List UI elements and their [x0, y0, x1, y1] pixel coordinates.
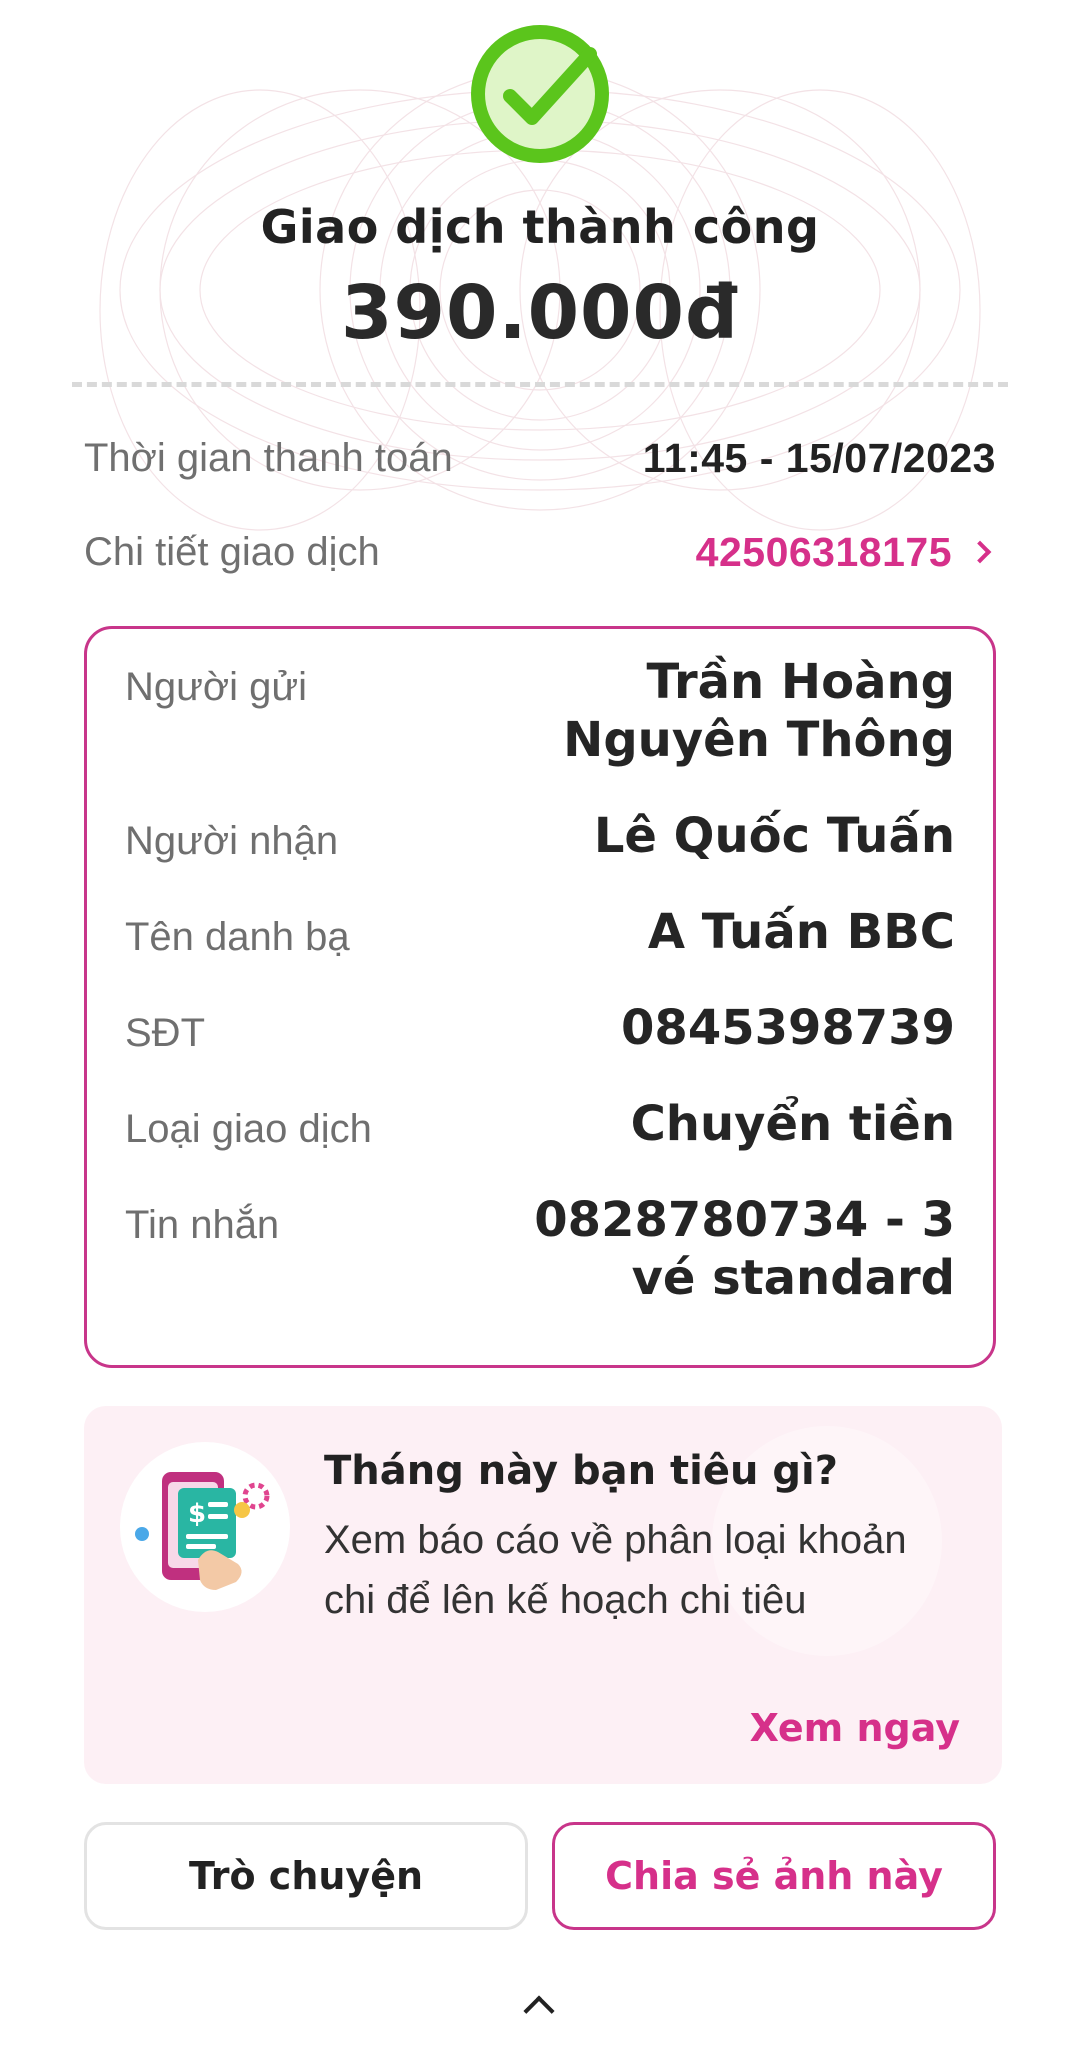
sender-row: Người gửi Trần Hoàng Nguyên Thông	[125, 653, 955, 769]
transaction-type-label: Loại giao dịch	[125, 1107, 372, 1151]
success-check-icon	[468, 22, 612, 166]
payment-time-label: Thời gian thanh toán	[84, 435, 453, 480]
divider	[72, 382, 1008, 387]
receiver-row: Người nhận Lê Quốc Tuấn	[125, 807, 955, 865]
view-now-link[interactable]: Xem ngay	[750, 1706, 960, 1750]
phone-value: 0845398739	[621, 1000, 955, 1056]
transaction-amount: 390.000đ	[340, 270, 740, 356]
phone-label: SĐT	[125, 1011, 205, 1055]
message-label: Tin nhắn	[125, 1203, 280, 1247]
svg-text:$: $	[188, 1499, 206, 1529]
transaction-type-row: Loại giao dịch Chuyển tiền	[125, 1095, 955, 1153]
transaction-id: 42506318175	[695, 528, 952, 575]
spending-report-banner[interactable]: $ Tháng này bạn tiêu gì? Xem báo cáo về …	[84, 1406, 1002, 1784]
status-title: Giao dịch thành công	[260, 200, 820, 254]
receiver-value: Lê Quốc Tuấn	[593, 808, 955, 864]
sender-value: Trần Hoàng Nguyên Thông	[563, 654, 955, 768]
transaction-detail-label: Chi tiết giao dịch	[84, 529, 380, 574]
transaction-detail-row[interactable]: Chi tiết giao dịch 42506318175	[84, 522, 996, 582]
transaction-id-link[interactable]: 42506318175	[696, 529, 996, 576]
chat-button[interactable]: Trò chuyện	[84, 1822, 528, 1930]
phone-row: SĐT 0845398739	[125, 999, 955, 1057]
contact-label: Tên danh bạ	[125, 915, 350, 959]
contact-row: Tên danh bạ A Tuấn BBC	[125, 903, 955, 961]
message-row: Tin nhắn 0828780734 - 3 vé standard	[125, 1191, 955, 1307]
sender-label: Người gửi	[125, 665, 308, 709]
payment-time-row: Thời gian thanh toán 11:45 - 15/07/2023	[84, 428, 996, 488]
transaction-type-value: Chuyển tiền	[630, 1096, 955, 1152]
receiver-label: Người nhận	[125, 819, 339, 863]
expense-report-icon: $	[120, 1442, 290, 1612]
chevron-right-icon	[968, 540, 992, 564]
share-image-button[interactable]: Chia sẻ ảnh này	[552, 1822, 996, 1930]
banner-description: Xem báo cáo về phân loại khoản chi để lê…	[324, 1518, 907, 1622]
banner-title: Tháng này bạn tiêu gì?	[324, 1448, 838, 1494]
message-value: 0828780734 - 3 vé standard	[534, 1192, 955, 1306]
transaction-details-card: Người gửi Trần Hoàng Nguyên Thông Người …	[84, 626, 996, 1368]
payment-time-value: 11:45 - 15/07/2023	[642, 434, 996, 481]
contact-value: A Tuấn BBC	[647, 904, 955, 960]
chevron-up-icon[interactable]	[523, 1995, 555, 2027]
